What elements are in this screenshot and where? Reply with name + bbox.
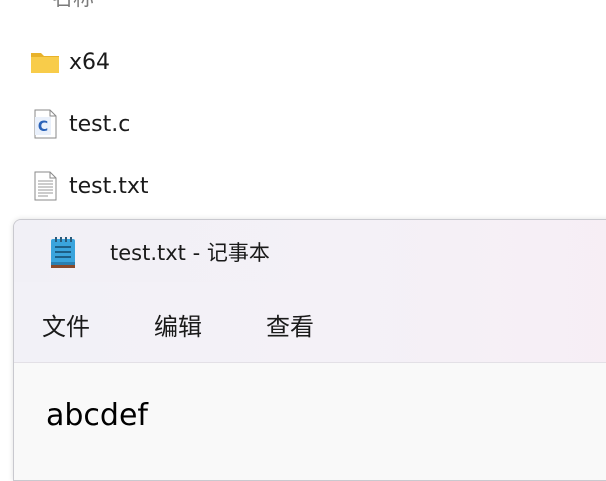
menu-edit[interactable]: 编辑 — [154, 307, 202, 342]
c-source-file-icon: C — [34, 109, 57, 139]
menu-view[interactable]: 查看 — [266, 307, 314, 342]
svg-text:C: C — [38, 119, 48, 135]
file-row-x64[interactable]: x64 — [0, 42, 606, 82]
window-title: test.txt - 记事本 — [110, 241, 270, 265]
menu-bar: 文件 编辑 查看 — [14, 282, 606, 362]
file-row-test-c[interactable]: C test.c — [0, 104, 606, 144]
editor-content[interactable]: abcdef — [46, 398, 148, 433]
notepad-icon — [51, 237, 75, 268]
file-name: x64 — [69, 49, 111, 75]
file-row-test-txt[interactable]: test.txt — [0, 166, 606, 206]
file-name: test.txt — [69, 173, 149, 199]
folder-icon — [31, 53, 59, 73]
name-column-header[interactable]: 名称 — [52, 0, 94, 10]
title-bar[interactable]: test.txt - 记事本 — [14, 220, 606, 282]
notepad-window: test.txt - 记事本 文件 编辑 查看 abcdef — [13, 219, 606, 481]
file-name: test.c — [69, 111, 131, 137]
menu-file[interactable]: 文件 — [42, 307, 90, 342]
text-editor-area[interactable]: abcdef — [14, 363, 606, 480]
text-file-icon — [34, 171, 57, 201]
